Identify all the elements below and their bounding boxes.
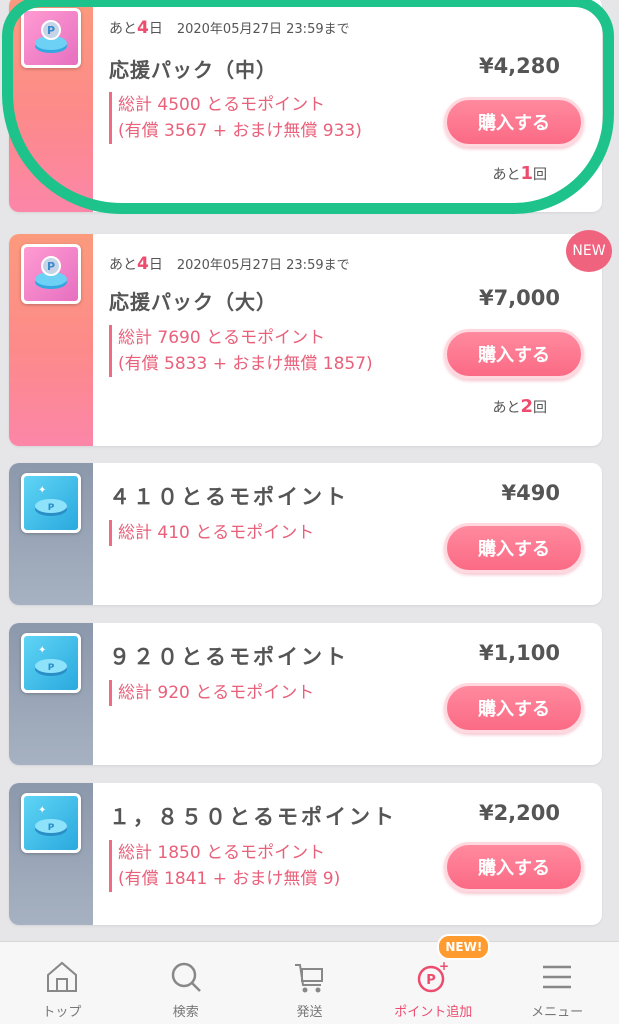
remain-prefix: あと <box>492 400 521 416</box>
points-breakdown: (有償 5833 + おまけ無償 1857) <box>118 354 373 374</box>
nav-label: ポイント追加 <box>394 1005 473 1020</box>
svg-text:✦: ✦ <box>38 645 46 656</box>
nav-new-badge: NEW! <box>437 934 491 960</box>
product-price: ¥490 <box>501 481 560 505</box>
remain-suffix: 回 <box>533 167 547 183</box>
remaining-count: あと2回 <box>492 396 547 417</box>
point-coin-icon: P ✦ <box>21 473 81 533</box>
remain-prefix: あと <box>492 167 521 183</box>
cart-icon <box>295 964 324 993</box>
product-title: ４１０とるモポイント <box>109 485 349 509</box>
search-icon <box>171 962 201 992</box>
total-points: 総計 1850 とるモポイント <box>118 843 326 863</box>
product-description: 総計 1850 とるモポイント (有償 1841 + おまけ無償 9) <box>109 840 340 892</box>
card-side-stripe: P ✦ <box>9 463 93 605</box>
nav-label: トップ <box>42 1005 82 1020</box>
nav-label: 検索 <box>172 1005 199 1020</box>
nav-item-top[interactable]: トップ <box>0 942 124 1024</box>
days-left: 4 <box>137 254 149 274</box>
point-add-icon: P+ <box>418 959 449 993</box>
card-side-stripe: P <box>9 234 93 446</box>
total-points: 総計 4500 とるモポイント <box>118 95 326 115</box>
new-badge: NEW <box>566 230 612 272</box>
nav-item-shipping[interactable]: 発送 <box>248 942 372 1024</box>
days-suffix: 日 <box>148 257 163 273</box>
card-side-stripe: P ✦ <box>9 783 93 925</box>
total-points: 総計 410 とるモポイント <box>118 523 315 543</box>
remain-number: 2 <box>520 396 533 417</box>
svg-text:+: + <box>439 959 449 973</box>
svg-text:P: P <box>47 260 55 273</box>
product-price: ¥4,280 <box>478 54 560 78</box>
buy-button[interactable]: 購入する <box>444 683 584 733</box>
total-points: 総計 920 とるモポイント <box>118 683 315 703</box>
product-card-1850-points: P ✦ １，８５０とるモポイント ¥2,200 総計 1850 とるモポイント (… <box>9 783 602 925</box>
card-side-stripe: P ✦ <box>9 623 93 765</box>
deadline: 2020年05月27日 23:59まで <box>176 22 350 37</box>
buy-button[interactable]: 購入する <box>444 329 584 379</box>
product-list: P あと4日 2020年05月27日 23:59まで 応援パック（中） ¥4,28… <box>0 0 619 940</box>
nav-label: 発送 <box>296 1005 323 1020</box>
days-prefix: あと <box>109 257 137 273</box>
svg-text:P: P <box>48 503 55 513</box>
remaining-count: あと1回 <box>492 163 547 184</box>
product-title: ９２０とるモポイント <box>109 645 349 669</box>
product-description: 総計 7690 とるモポイント (有償 5833 + おまけ無償 1857) <box>109 325 373 377</box>
buy-button[interactable]: 購入する <box>444 842 584 892</box>
svg-text:✦: ✦ <box>38 485 46 496</box>
deadline: 2020年05月27日 23:59まで <box>176 258 350 273</box>
nav-item-search[interactable]: 検索 <box>124 942 248 1024</box>
point-coin-icon: P ✦ <box>21 793 81 853</box>
remain-suffix: 回 <box>533 400 547 416</box>
nav-item-menu[interactable]: メニュー <box>495 942 619 1024</box>
menu-icon <box>543 965 572 989</box>
product-card-920-points: P ✦ ９２０とるモポイント ¥1,100 総計 920 とるモポイント 購入する <box>9 623 602 765</box>
svg-text:P: P <box>48 663 55 673</box>
point-bag-icon: P <box>21 244 81 304</box>
buy-button[interactable]: 購入する <box>444 97 584 147</box>
svg-text:P: P <box>47 24 55 37</box>
buy-button[interactable]: 購入する <box>444 523 584 573</box>
svg-text:P: P <box>48 823 55 833</box>
svg-text:P: P <box>427 973 437 988</box>
home-icon <box>46 961 77 992</box>
product-title: １，８５０とるモポイント <box>109 805 397 829</box>
sale-period: あと4日 2020年05月27日 23:59まで <box>109 18 350 38</box>
product-card-support-pack-large: P あと4日 2020年05月27日 23:59まで 応援パック（大） ¥7,00… <box>9 234 602 446</box>
days-left: 4 <box>137 18 149 38</box>
product-title: 応援パック（大） <box>109 290 277 314</box>
sale-period: あと4日 2020年05月27日 23:59まで <box>109 254 350 274</box>
product-price: ¥7,000 <box>478 286 560 310</box>
days-prefix: あと <box>109 21 137 37</box>
product-description: 総計 4500 とるモポイント (有償 3567 + おまけ無償 933) <box>109 92 362 144</box>
bottom-nav: トップ 検索 発送 NEW! P + ポイント追加 メニュー <box>0 934 619 1024</box>
product-price: ¥1,100 <box>478 641 560 665</box>
days-suffix: 日 <box>148 21 163 37</box>
remain-number: 1 <box>520 163 533 184</box>
product-price: ¥2,200 <box>478 801 560 825</box>
point-bag-icon: P <box>21 8 81 68</box>
product-description: 総計 920 とるモポイント <box>109 680 314 706</box>
points-breakdown: (有償 3567 + おまけ無償 933) <box>118 121 362 141</box>
points-breakdown: (有償 1841 + おまけ無償 9) <box>118 869 341 889</box>
product-card-410-points: P ✦ ４１０とるモポイント ¥490 総計 410 とるモポイント 購入する <box>9 463 602 605</box>
svg-text:✦: ✦ <box>38 805 46 816</box>
product-title: 応援パック（中） <box>109 58 277 82</box>
total-points: 総計 7690 とるモポイント <box>118 328 326 348</box>
card-side-stripe: P <box>9 0 93 212</box>
nav-label: メニュー <box>531 1005 584 1020</box>
point-coin-icon: P ✦ <box>21 633 81 693</box>
product-description: 総計 410 とるモポイント <box>109 520 314 546</box>
nav-item-point-add[interactable]: NEW! P + ポイント追加 <box>371 934 495 1024</box>
product-card-support-pack-medium: P あと4日 2020年05月27日 23:59まで 応援パック（中） ¥4,28… <box>9 0 602 212</box>
